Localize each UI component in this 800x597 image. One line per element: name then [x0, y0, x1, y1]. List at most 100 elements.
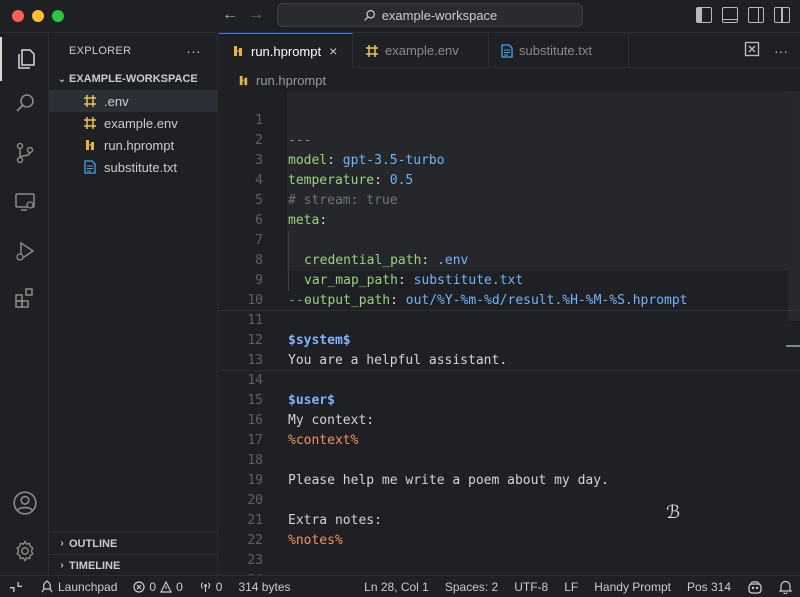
- code-line: 1 ---: [219, 91, 800, 148]
- timeline-section[interactable]: › TIMELINE: [49, 554, 218, 576]
- run-and-debug-icon[interactable]: [0, 229, 49, 273]
- tab-substitute-txt[interactable]: substitute.txt: [489, 33, 629, 68]
- extensions-icon[interactable]: [0, 276, 49, 320]
- code-line: 10: [219, 271, 800, 308]
- code-line: 18 Please help me write a poem about my …: [219, 431, 800, 488]
- explorer-more-actions-button[interactable]: ···: [186, 43, 201, 59]
- encoding-setting[interactable]: UTF-8: [506, 576, 556, 597]
- code-line: 20 Extra notes:: [219, 471, 800, 528]
- command-center-search[interactable]: example-workspace: [277, 3, 583, 27]
- file-name: .env: [104, 93, 129, 109]
- tab-example-env[interactable]: example.env: [353, 33, 489, 68]
- file-name: run.hprompt: [104, 137, 175, 153]
- outline-title: OUTLINE: [69, 537, 118, 550]
- toggle-primary-sidebar-icon[interactable]: [696, 7, 712, 23]
- code-line: 15 My context:: [219, 371, 800, 428]
- toggle-secondary-sidebar-icon[interactable]: [748, 7, 764, 23]
- code-line: 6 credential_path: .env: [219, 191, 800, 268]
- tab-label: substitute.txt: [519, 43, 592, 58]
- close-tab-icon[interactable]: ×: [329, 43, 337, 59]
- editor-tabs: run.hprompt × example.env substitute.txt…: [219, 33, 800, 68]
- file-item-example-env[interactable]: example.env: [49, 112, 217, 134]
- search-icon: [363, 9, 375, 21]
- character-position[interactable]: Pos 314: [679, 576, 739, 597]
- close-window-button[interactable]: [12, 10, 24, 22]
- cursor-position[interactable]: Ln 28, Col 1: [356, 576, 437, 597]
- code-line: 2 model: gpt-3.5-turbo: [219, 111, 800, 168]
- code-line: 9 ---: [219, 251, 800, 308]
- code-line: 21 %notes%: [219, 491, 800, 548]
- toggle-panel-icon[interactable]: [722, 7, 738, 23]
- explorer-icon[interactable]: [0, 37, 49, 81]
- settings-gear-icon[interactable]: [0, 529, 49, 573]
- editor-more-actions-button[interactable]: ···: [774, 43, 788, 59]
- code-line: 11 $system$: [219, 291, 800, 348]
- breadcrumb-file[interactable]: run.hprompt: [256, 73, 326, 88]
- chevron-right-icon: ›: [60, 538, 64, 549]
- eol-setting[interactable]: LF: [556, 576, 586, 597]
- remote-indicator[interactable]: [0, 576, 32, 597]
- account-icon[interactable]: [0, 481, 49, 525]
- notifications-bell-icon[interactable]: [771, 576, 800, 597]
- workspace-name: EXAMPLE-WORKSPACE: [69, 73, 198, 85]
- status-bar: Launchpad 0 0 0 314 bytes Ln 28, Col 1 S…: [0, 575, 800, 597]
- code-line: 22: [219, 511, 800, 548]
- copilot-icon[interactable]: [739, 576, 771, 597]
- command-center-label: example-workspace: [381, 7, 498, 23]
- file-name: example.env: [104, 115, 178, 131]
- chevron-down-icon: ⌄: [57, 73, 67, 85]
- code-line: 24: [219, 551, 800, 575]
- code-line: 5 meta:: [219, 171, 800, 228]
- maximize-window-button[interactable]: [52, 10, 64, 22]
- hprompt-icon: [237, 74, 250, 87]
- code-line: 4 # stream: true: [219, 151, 800, 208]
- file-item-env[interactable]: .env: [49, 90, 217, 112]
- search-icon[interactable]: [0, 82, 49, 126]
- explorer-title: EXPLORER: [69, 44, 132, 57]
- language-mode[interactable]: Handy Prompt: [586, 576, 679, 597]
- source-control-icon[interactable]: [0, 131, 49, 175]
- code-line: 13: [219, 331, 800, 368]
- file-name: substitute.txt: [104, 159, 177, 175]
- ports-indicator[interactable]: 0: [191, 576, 231, 597]
- text-file-icon: [501, 43, 513, 58]
- tab-run-hprompt[interactable]: run.hprompt ×: [219, 33, 353, 68]
- error-count: 0: [149, 579, 157, 594]
- timeline-title: TIMELINE: [69, 559, 121, 572]
- tab-label: run.hprompt: [251, 43, 322, 59]
- env-icon: [365, 44, 379, 58]
- indentation-setting[interactable]: Spaces: 2: [437, 576, 506, 597]
- explorer-sidebar: EXPLORER ··· ⌄ EXAMPLE-WORKSPACE .env ex…: [49, 33, 218, 575]
- remote-explorer-icon[interactable]: [0, 180, 49, 224]
- warning-count: 0: [176, 579, 183, 594]
- forward-arrow-icon[interactable]: →: [248, 6, 264, 24]
- launchpad-label: Launchpad: [58, 579, 118, 594]
- env-icon: [82, 93, 98, 109]
- hprompt-icon: [231, 44, 245, 58]
- minimize-window-button[interactable]: [32, 10, 44, 22]
- chevron-right-icon: ›: [60, 560, 64, 571]
- code-line: 8 output_path: out/%Y-%m-%d/result.%H-%M…: [219, 231, 800, 308]
- close-editors-icon[interactable]: [744, 41, 760, 60]
- env-icon: [82, 115, 98, 131]
- code-editor[interactable]: 1 --- 2 model: gpt-3.5-turbo 3 temperatu…: [219, 91, 800, 575]
- code-line: 19: [219, 451, 800, 488]
- outline-section[interactable]: › OUTLINE: [49, 532, 218, 554]
- workspace-folder-header[interactable]: ⌄ EXAMPLE-WORKSPACE: [49, 68, 217, 90]
- tab-label: example.env: [385, 43, 459, 58]
- launchpad-button[interactable]: Launchpad: [32, 576, 125, 597]
- customize-layout-icon[interactable]: [774, 7, 790, 23]
- error-icon: [133, 580, 145, 593]
- text-file-icon: [82, 159, 98, 175]
- code-line: 17: [219, 411, 800, 448]
- code-line: 14 $user$: [219, 351, 800, 408]
- back-arrow-icon[interactable]: ←: [222, 6, 238, 24]
- broadcast-icon: [200, 582, 210, 593]
- file-item-run-hprompt[interactable]: run.hprompt: [49, 134, 217, 156]
- problems-indicator[interactable]: 0 0: [125, 576, 190, 597]
- file-item-substitute-txt[interactable]: substitute.txt: [49, 156, 217, 178]
- breadcrumb: run.hprompt: [219, 69, 800, 91]
- title-bar: ← → example-workspace: [0, 0, 800, 33]
- text-cursor-icon: ℬ: [666, 502, 681, 523]
- warning-icon: [160, 580, 173, 593]
